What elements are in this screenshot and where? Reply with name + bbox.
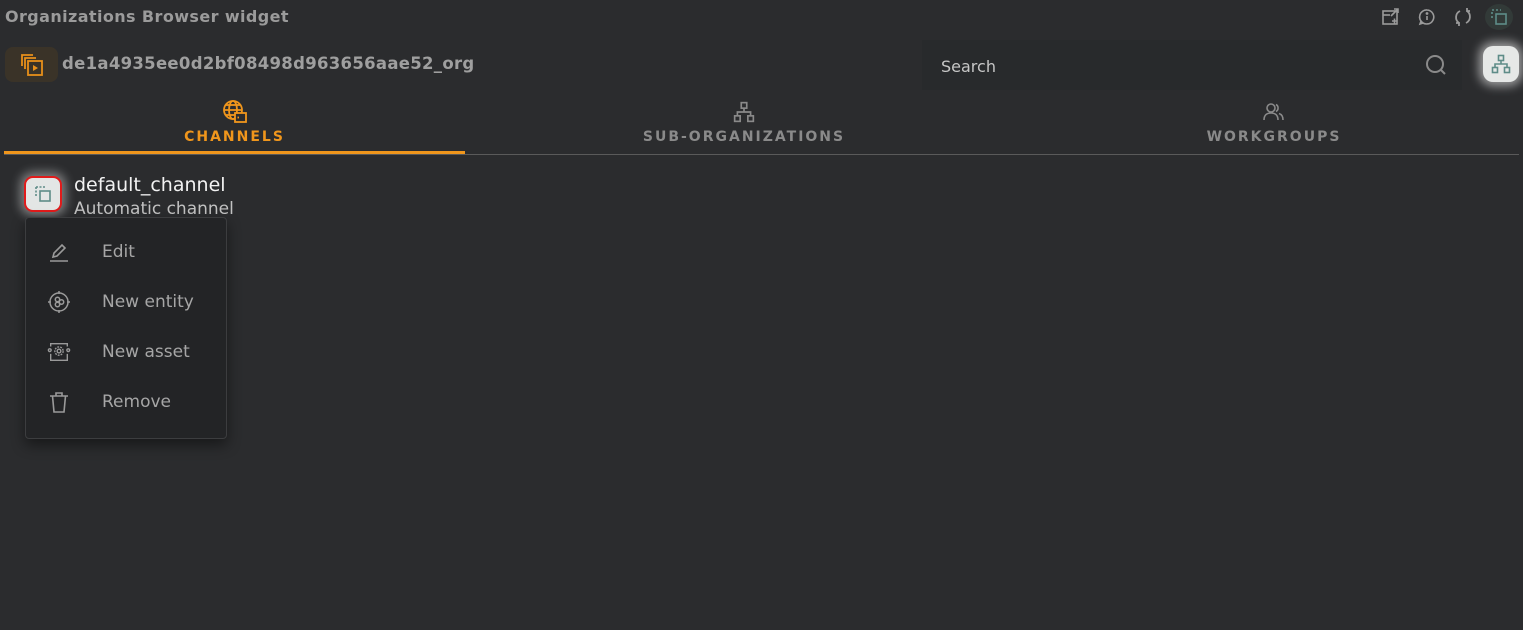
channel-name: default_channel	[74, 174, 226, 196]
select-area-icon	[35, 186, 51, 202]
trash-icon	[50, 392, 68, 413]
widget-title: Organizations Browser widget	[5, 7, 289, 26]
entity-icon	[48, 291, 70, 313]
info-icon	[1418, 9, 1435, 26]
search-icon[interactable]	[1424, 53, 1448, 77]
menu-item-label: Remove	[102, 392, 171, 412]
select-mode-button[interactable]	[1485, 4, 1513, 30]
tab-label: CHANNELS	[184, 129, 285, 145]
refresh-button[interactable]	[1449, 4, 1477, 30]
hierarchy-icon	[733, 101, 755, 123]
globe-channel-icon	[222, 100, 247, 123]
menu-item-edit[interactable]: Edit	[26, 229, 226, 275]
export-button[interactable]	[1377, 4, 1405, 30]
tab-sub-organizations[interactable]: SUB-ORGANIZATIONS	[564, 97, 924, 154]
widget-toolbar	[1377, 4, 1513, 30]
hierarchy-icon	[1491, 54, 1511, 74]
channel-menu-button[interactable]	[24, 176, 62, 212]
channel-context-menu: Edit New entity New asset Remove	[25, 217, 227, 439]
menu-item-label: New asset	[102, 342, 190, 362]
channel-description: Automatic channel	[74, 199, 234, 217]
tab-channels[interactable]: CHANNELS	[4, 97, 465, 154]
refresh-icon	[1455, 8, 1471, 26]
menu-item-label: New entity	[102, 292, 194, 312]
menu-item-label: Edit	[102, 242, 135, 262]
asset-icon	[47, 343, 71, 361]
tab-bar: CHANNELS SUB-ORGANIZATIONS WORKGROUPS	[4, 97, 1519, 155]
menu-item-remove[interactable]: Remove	[26, 379, 226, 425]
tab-label: SUB-ORGANIZATIONS	[642, 129, 846, 145]
hierarchy-view-button[interactable]	[1483, 46, 1519, 82]
export-icon	[1382, 8, 1399, 25]
info-button[interactable]	[1413, 4, 1441, 30]
pencil-icon	[50, 243, 68, 262]
search-input[interactable]	[922, 40, 1423, 92]
tab-label: WORKGROUPS	[1206, 129, 1342, 145]
menu-item-new-entity[interactable]: New entity	[26, 279, 226, 325]
menu-item-new-asset[interactable]: New asset	[26, 329, 226, 375]
tab-workgroups[interactable]: WORKGROUPS	[1114, 97, 1434, 154]
search-box	[922, 40, 1462, 92]
org-badge[interactable]	[5, 47, 58, 82]
organization-name: de1a4935ee0d2bf08498d963656aae52_org	[62, 54, 475, 73]
users-icon	[1263, 103, 1284, 121]
select-area-icon	[1491, 9, 1507, 25]
channel-stack-icon	[20, 53, 43, 76]
